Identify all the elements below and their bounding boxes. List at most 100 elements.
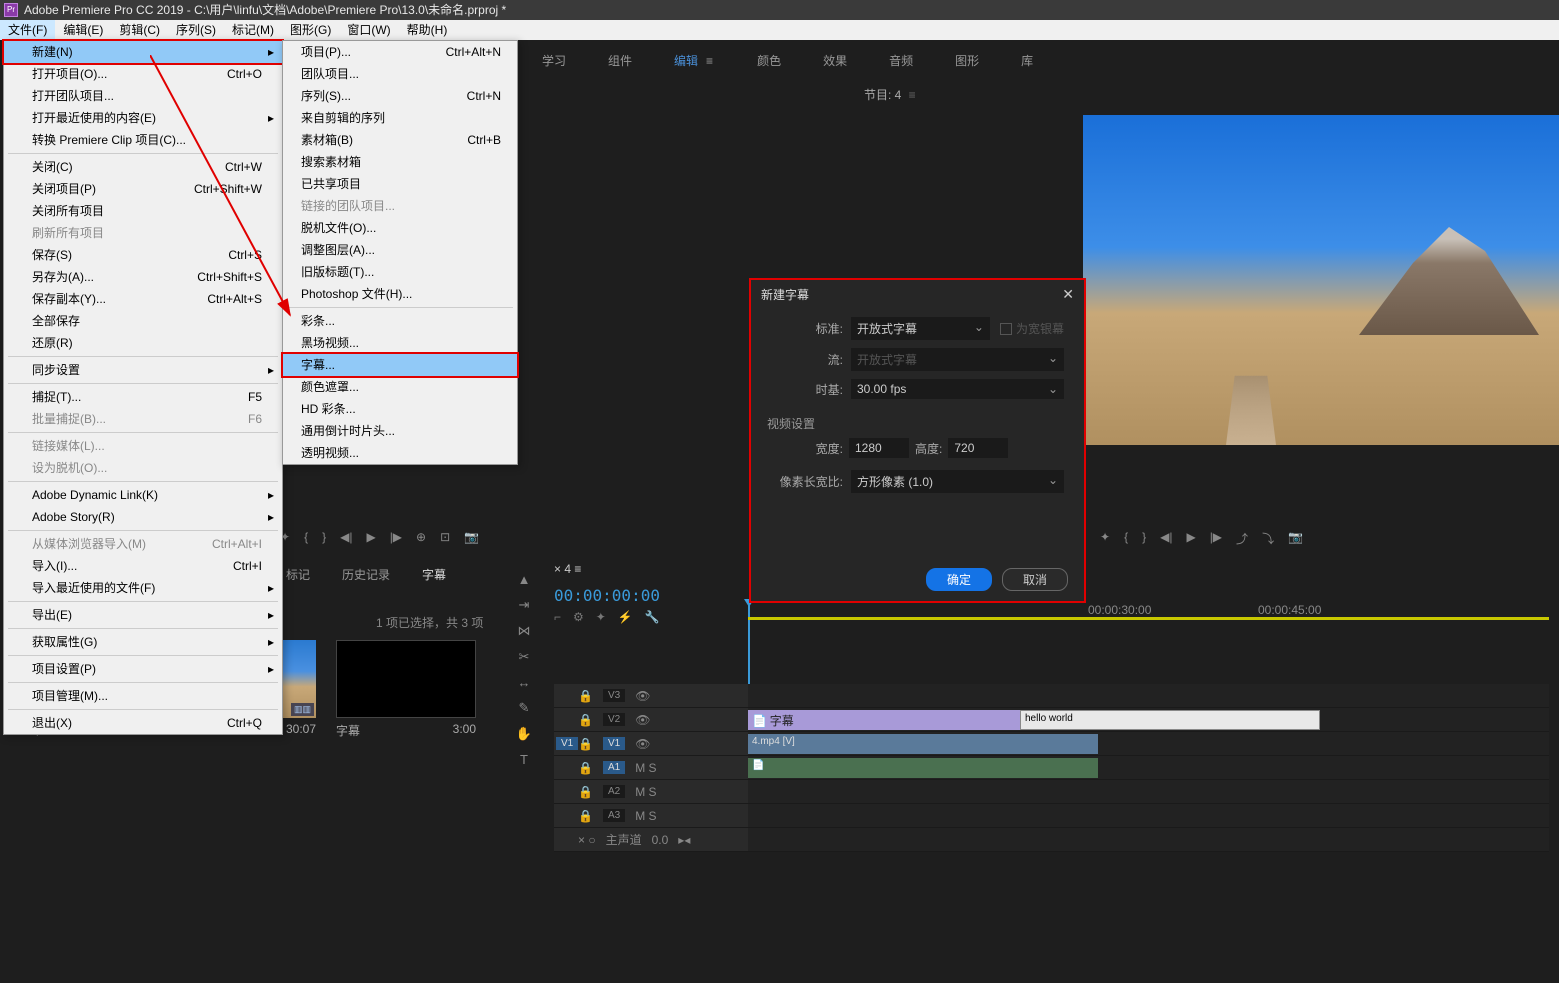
menu-6[interactable]: 窗口(W) <box>339 20 398 40</box>
menu-1[interactable]: 编辑(E) <box>55 20 111 40</box>
menu-item[interactable]: 获取属性(G) <box>4 631 282 653</box>
panel-tab[interactable]: 字幕 <box>420 562 448 587</box>
menu-item[interactable]: 导入(I)...Ctrl+I <box>4 555 282 577</box>
standard-select[interactable]: 开放式字幕 <box>851 317 990 340</box>
program-scrubber[interactable] <box>1079 505 1559 519</box>
menu-item[interactable]: 关闭所有项目 <box>4 200 282 222</box>
submenu-item[interactable]: 已共享项目 <box>283 173 517 195</box>
menu-item[interactable]: 退出(X)Ctrl+Q <box>4 712 282 734</box>
timeline-options[interactable]: ⌐⚙✦⚡🔧 <box>554 610 660 624</box>
menu-7[interactable]: 帮助(H) <box>399 20 456 40</box>
menu-4[interactable]: 标记(M) <box>224 20 282 40</box>
menu-bar[interactable]: 文件(F)编辑(E)剪辑(C)序列(S)标记(M)图形(G)窗口(W)帮助(H) <box>0 20 1559 40</box>
track-a3: 🔒A3M S <box>554 804 1549 828</box>
submenu-item[interactable]: 搜索素材箱 <box>283 151 517 173</box>
new-submenu[interactable]: 项目(P)...Ctrl+Alt+N团队项目...序列(S)...Ctrl+N来… <box>282 40 518 465</box>
submenu-item[interactable]: 旧版标题(T)... <box>283 261 517 283</box>
submenu-item[interactable]: 通用倒计时片头... <box>283 420 517 442</box>
step-back-icon: ◀| <box>1160 530 1172 547</box>
menu-3[interactable]: 序列(S) <box>168 20 224 40</box>
workspace-tab[interactable]: 库 <box>1019 48 1035 73</box>
close-icon[interactable]: ✕ <box>1062 286 1074 303</box>
overwrite-icon: ⊡ <box>440 530 450 544</box>
menu-item[interactable]: 另存为(A)...Ctrl+Shift+S <box>4 266 282 288</box>
submenu-item[interactable]: 字幕... <box>281 352 519 378</box>
menu-item[interactable]: 新建(N) <box>2 39 284 65</box>
menu-item[interactable]: 保存副本(Y)...Ctrl+Alt+S <box>4 288 282 310</box>
submenu-item[interactable]: HD 彩条... <box>283 398 517 420</box>
menu-item[interactable]: 项目设置(P) <box>4 658 282 680</box>
timeline-timecode[interactable]: 00:00:00:00 <box>554 586 660 605</box>
hello-world-overlay[interactable]: hello world <box>1020 710 1320 730</box>
new-caption-dialog[interactable]: 新建字幕 ✕ 标准: 开放式字幕 为宽银幕 流: 开放式字幕 时基: 30.00… <box>749 278 1086 603</box>
height-input[interactable] <box>948 438 1008 458</box>
submenu-item[interactable]: 调整图层(A)... <box>283 239 517 261</box>
menu-item[interactable]: 还原(R) <box>4 332 282 354</box>
menu-item[interactable]: 关闭(C)Ctrl+W <box>4 156 282 178</box>
workspace-tab[interactable]: 音频 <box>887 48 915 73</box>
submenu-item[interactable]: 项目(P)...Ctrl+Alt+N <box>283 41 517 63</box>
cancel-button[interactable]: 取消 <box>1002 568 1068 591</box>
lower-panel-tabs[interactable]: 标记 历史记录 字幕 <box>284 562 448 587</box>
submenu-item[interactable]: 团队项目... <box>283 63 517 85</box>
dialog-titlebar: 新建字幕 ✕ <box>751 280 1084 309</box>
menu-item[interactable]: 转换 Premiere Clip 项目(C)... <box>4 129 282 151</box>
work-area-bar[interactable] <box>748 617 1549 620</box>
menu-item[interactable]: 打开团队项目... <box>4 85 282 107</box>
razor-tool-icon: ✂ <box>519 649 530 665</box>
submenu-item[interactable]: 黑场视频... <box>283 332 517 354</box>
workspace-tab[interactable]: 组件 <box>606 48 634 73</box>
submenu-item[interactable]: 序列(S)...Ctrl+N <box>283 85 517 107</box>
menu-2[interactable]: 剪辑(C) <box>111 20 168 40</box>
ok-button[interactable]: 确定 <box>926 568 992 591</box>
submenu-item[interactable]: 素材箱(B)Ctrl+B <box>283 129 517 151</box>
menu-5[interactable]: 图形(G) <box>282 20 339 40</box>
workspace-tabs[interactable]: 学习 组件 编辑≡ 颜色 效果 音频 图形 库 <box>540 48 1035 73</box>
panel-tab[interactable]: 标记 <box>284 562 312 587</box>
workspace-tab[interactable]: 颜色 <box>755 48 783 73</box>
menu-item[interactable]: 同步设置 <box>4 359 282 381</box>
tool-palette[interactable]: ▲⇥⋈ ✂↔✎ ✋T <box>512 572 536 767</box>
timeline-tracks[interactable]: 🔒V3👁 🔒V2👁 📄 字幕 hello world V1🔒V1👁 4.mp4 … <box>554 684 1549 852</box>
workspace-tab[interactable]: 学习 <box>540 48 568 73</box>
timeline-tab[interactable]: × 4 ≡ <box>554 562 581 576</box>
menu-item[interactable]: 导出(E) <box>4 604 282 626</box>
program-tab[interactable]: 节目: 4 ≡ <box>856 82 924 107</box>
submenu-item[interactable]: 脱机文件(O)... <box>283 217 517 239</box>
timebase-select[interactable]: 30.00 fps <box>851 379 1064 399</box>
program-transport[interactable]: ✦{} ◀|▶|▶ ⤴⤵📷 <box>1100 530 1303 547</box>
panel-tab[interactable]: 历史记录 <box>340 562 392 587</box>
menu-item[interactable]: 关闭项目(P)Ctrl+Shift+W <box>4 178 282 200</box>
ruler-tick: 00:00:45:00 <box>1258 603 1321 617</box>
play-icon: ▶ <box>366 530 375 544</box>
submenu-item: 链接的团队项目... <box>283 195 517 217</box>
workspace-tab[interactable]: 效果 <box>821 48 849 73</box>
submenu-item[interactable]: 颜色遮罩... <box>283 376 517 398</box>
video-clip[interactable]: 4.mp4 [V] <box>748 734 1098 754</box>
workspace-tab[interactable]: 编辑≡ <box>672 48 717 73</box>
menu-item[interactable]: Adobe Dynamic Link(K) <box>4 484 282 506</box>
menu-item[interactable]: 全部保存 <box>4 310 282 332</box>
menu-item[interactable]: 打开最近使用的内容(E) <box>4 107 282 129</box>
menu-item[interactable]: 保存(S)Ctrl+S <box>4 244 282 266</box>
submenu-item[interactable]: 透明视频... <box>283 442 517 464</box>
width-input[interactable] <box>849 438 909 458</box>
workspace-tab[interactable]: 图形 <box>953 48 981 73</box>
mark-out-icon: } <box>1142 530 1146 547</box>
program-panel: 节目: 4 ≡ <box>856 82 1476 107</box>
menu-item[interactable]: 捕捉(T)...F5 <box>4 386 282 408</box>
project-item[interactable]: 字幕3:00 <box>336 640 476 739</box>
program-monitor[interactable] <box>1083 115 1559 445</box>
par-select[interactable]: 方形像素 (1.0) <box>851 470 1064 493</box>
menu-item[interactable]: Adobe Story(R) <box>4 506 282 528</box>
menu-item[interactable]: 打开项目(O)...Ctrl+O <box>4 63 282 85</box>
submenu-item[interactable]: 来自剪辑的序列 <box>283 107 517 129</box>
menu-item[interactable]: 项目管理(M)... <box>4 685 282 707</box>
file-menu[interactable]: 新建(N)打开项目(O)...Ctrl+O打开团队项目...打开最近使用的内容(… <box>3 40 283 735</box>
submenu-item[interactable]: Photoshop 文件(H)... <box>283 283 517 305</box>
submenu-item[interactable]: 彩条... <box>283 310 517 332</box>
menu-0[interactable]: 文件(F) <box>0 20 55 40</box>
audio-clip[interactable]: 📄 <box>748 758 1098 778</box>
source-transport[interactable]: ✦{} ◀|▶|▶ ⊕⊡📷 <box>280 530 479 544</box>
menu-item[interactable]: 导入最近使用的文件(F) <box>4 577 282 599</box>
